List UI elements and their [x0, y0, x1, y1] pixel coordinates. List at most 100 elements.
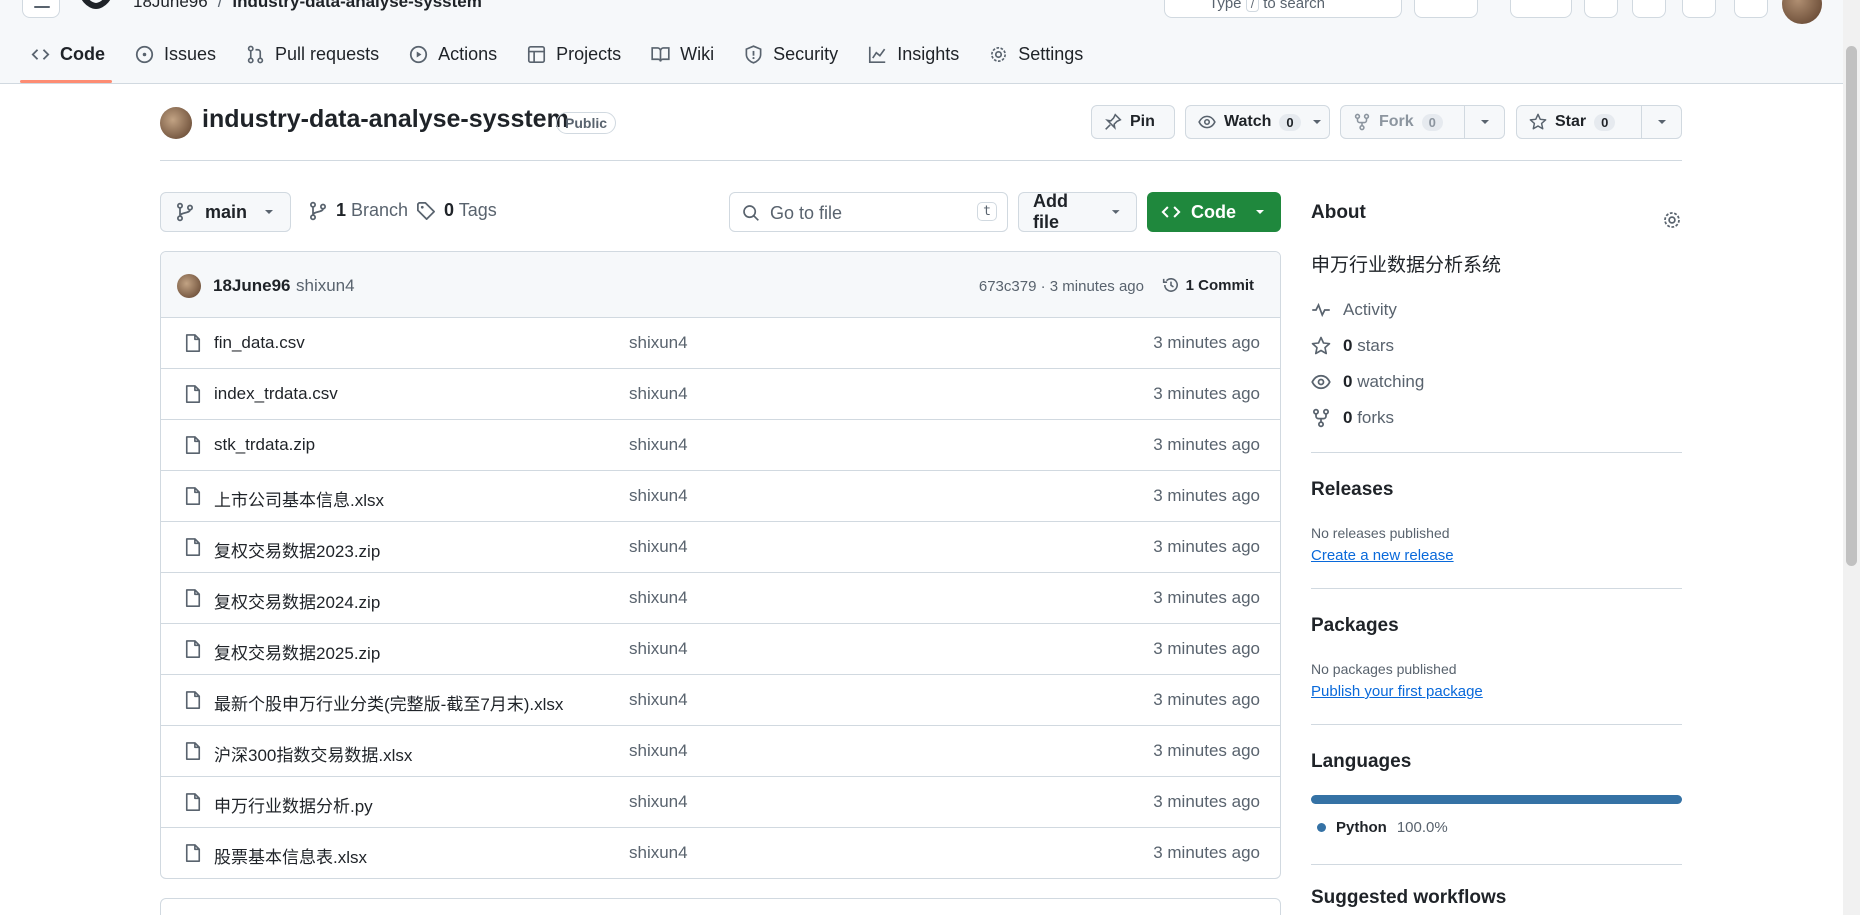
file-name[interactable]: stk_trdata.zip [214, 435, 315, 455]
tags-link[interactable]: 0 Tags [416, 200, 497, 221]
pin-button[interactable]: Pin [1091, 105, 1175, 139]
file-name[interactable]: 复权交易数据2024.zip [214, 588, 380, 613]
about-header: About [1311, 202, 1682, 228]
table-row[interactable]: 复权交易数据2023.zip shixun4 3 minutes ago [161, 522, 1280, 573]
file-name[interactable]: fin_data.csv [214, 333, 305, 353]
commit-author-avatar[interactable] [177, 274, 201, 298]
watch-label: Watch [1224, 113, 1272, 130]
file-name[interactable]: 股票基本信息表.xlsx [214, 843, 367, 868]
file-commit-message[interactable]: shixun4 [629, 690, 688, 710]
tab-security[interactable]: Security [729, 30, 853, 78]
pin-icon [1105, 113, 1122, 130]
issues-button[interactable] [1584, 0, 1618, 18]
code-button[interactable]: Code [1147, 192, 1281, 232]
tab-projects[interactable]: Projects [512, 30, 636, 78]
tab-code[interactable]: Code [16, 30, 120, 78]
branch-selector[interactable]: main [160, 192, 291, 232]
file-name[interactable]: 复权交易数据2025.zip [214, 639, 380, 664]
pull-request-icon [247, 45, 264, 63]
file-name[interactable]: 最新个股申万行业分类(完整版-截至7月末).xlsx [214, 690, 563, 715]
file-commit-message[interactable]: shixun4 [629, 435, 688, 455]
commit-author[interactable]: 18June96 [213, 276, 291, 296]
pull-requests-button[interactable] [1632, 0, 1666, 18]
forks-link[interactable]: 0 forks [1311, 408, 1394, 428]
table-row[interactable]: 最新个股申万行业分类(完整版-截至7月末).xlsx shixun4 3 minut… [161, 675, 1280, 726]
file-commit-message[interactable]: shixun4 [629, 639, 688, 659]
repo-title[interactable]: industry-data-analyse-sysstem [202, 105, 569, 134]
table-row[interactable]: 股票基本信息表.xlsx shixun4 3 minutes ago [161, 828, 1280, 878]
file-icon [185, 436, 201, 454]
star-button[interactable]: Star 0 [1517, 106, 1641, 138]
tab-pull-requests[interactable]: Pull requests [231, 30, 394, 78]
file-icon [185, 487, 201, 505]
page-scrollbar[interactable] [1843, 0, 1860, 915]
tab-issues[interactable]: Issues [120, 30, 231, 78]
table-row[interactable]: fin_data.csv shixun4 3 minutes ago [161, 318, 1280, 369]
file-commit-message[interactable]: shixun4 [629, 486, 688, 506]
table-row[interactable]: 沪深300指数交易数据.xlsx shixun4 3 minutes ago [161, 726, 1280, 777]
table-row[interactable]: 上市公司基本信息.xlsx shixun4 3 minutes ago [161, 471, 1280, 522]
file-commit-message[interactable]: shixun4 [629, 384, 688, 404]
create-release-link[interactable]: Create a new release [1311, 547, 1454, 564]
table-row[interactable]: 复权交易数据2025.zip shixun4 3 minutes ago [161, 624, 1280, 675]
file-commit-message[interactable]: shixun4 [629, 333, 688, 353]
file-name[interactable]: 上市公司基本信息.xlsx [214, 486, 384, 511]
add-file-button[interactable]: Add file [1018, 191, 1137, 232]
inbox-button[interactable] [1734, 0, 1768, 18]
owner-avatar[interactable] [160, 107, 192, 139]
watch-button[interactable]: Watch 0 [1185, 105, 1330, 139]
language-item[interactable]: Python 100.0% [1317, 819, 1448, 836]
tab-actions[interactable]: Actions [394, 30, 512, 78]
file-commit-message[interactable]: shixun4 [629, 843, 688, 863]
tab-wiki[interactable]: Wiki [636, 30, 729, 78]
menu-button[interactable] [22, 0, 60, 18]
commits-history-link[interactable]: 1 Commit [1162, 276, 1254, 294]
commits-label: 1 Commit [1185, 276, 1254, 294]
watching-link[interactable]: 0 watching [1311, 372, 1424, 392]
global-search-input[interactable]: Type / to search [1164, 0, 1402, 18]
copilot-button[interactable] [1414, 0, 1478, 18]
file-commit-message[interactable]: shixun4 [629, 792, 688, 812]
table-row[interactable]: 申万行业数据分析.py shixun4 3 minutes ago [161, 777, 1280, 828]
commit-sha-time[interactable]: 673c379 · 3 minutes ago [979, 278, 1144, 295]
chevron-down-icon [1480, 120, 1489, 124]
go-to-file-input[interactable]: Go to file t [729, 192, 1008, 232]
divider [1311, 724, 1682, 725]
file-name[interactable]: 申万行业数据分析.py [214, 792, 373, 817]
breadcrumb-owner[interactable]: 18June96 [133, 0, 208, 11]
file-name[interactable]: 复权交易数据2023.zip [214, 537, 380, 562]
file-commit-message[interactable]: shixun4 [629, 537, 688, 557]
table-row[interactable]: 复权交易数据2024.zip shixun4 3 minutes ago [161, 573, 1280, 624]
fork-dropdown-button[interactable] [1464, 106, 1504, 138]
tab-settings[interactable]: Settings [974, 30, 1098, 78]
publish-package-link[interactable]: Publish your first package [1311, 683, 1483, 700]
fork-button[interactable]: Fork 0 [1341, 106, 1464, 138]
tab-insights[interactable]: Insights [853, 30, 974, 78]
file-commit-message[interactable]: shixun4 [629, 741, 688, 761]
create-new-button[interactable] [1510, 0, 1572, 18]
star-dropdown-button[interactable] [1641, 106, 1681, 138]
branches-link[interactable]: 1 Branch [308, 200, 408, 221]
packages-title[interactable]: Packages [1311, 615, 1399, 637]
activity-link[interactable]: Activity [1311, 300, 1397, 320]
user-avatar[interactable] [1782, 0, 1822, 24]
repositories-button[interactable] [1682, 0, 1716, 18]
breadcrumb-repo[interactable]: industry-data-analyse-sysstem [232, 0, 481, 11]
file-name[interactable]: index_trdata.csv [214, 384, 338, 404]
edit-about-button[interactable] [1662, 210, 1682, 230]
fork-button-group: Fork 0 [1340, 105, 1505, 139]
scrollbar-thumb[interactable] [1846, 46, 1857, 566]
table-row[interactable]: stk_trdata.zip shixun4 3 minutes ago [161, 420, 1280, 471]
stars-link[interactable]: 0 stars [1311, 336, 1394, 356]
commit-message[interactable]: shixun4 [296, 276, 355, 296]
chevron-down-icon [1112, 210, 1121, 214]
github-logo-icon[interactable] [76, 0, 116, 16]
file-icon [185, 640, 201, 658]
file-commit-date: 3 minutes ago [1153, 690, 1260, 709]
file-commit-message[interactable]: shixun4 [629, 588, 688, 608]
file-name[interactable]: 沪深300指数交易数据.xlsx [214, 741, 412, 766]
code-button-label: Code [1191, 201, 1236, 222]
releases-title[interactable]: Releases [1311, 479, 1393, 501]
branch-icon [309, 201, 327, 220]
table-row[interactable]: index_trdata.csv shixun4 3 minutes ago [161, 369, 1280, 420]
